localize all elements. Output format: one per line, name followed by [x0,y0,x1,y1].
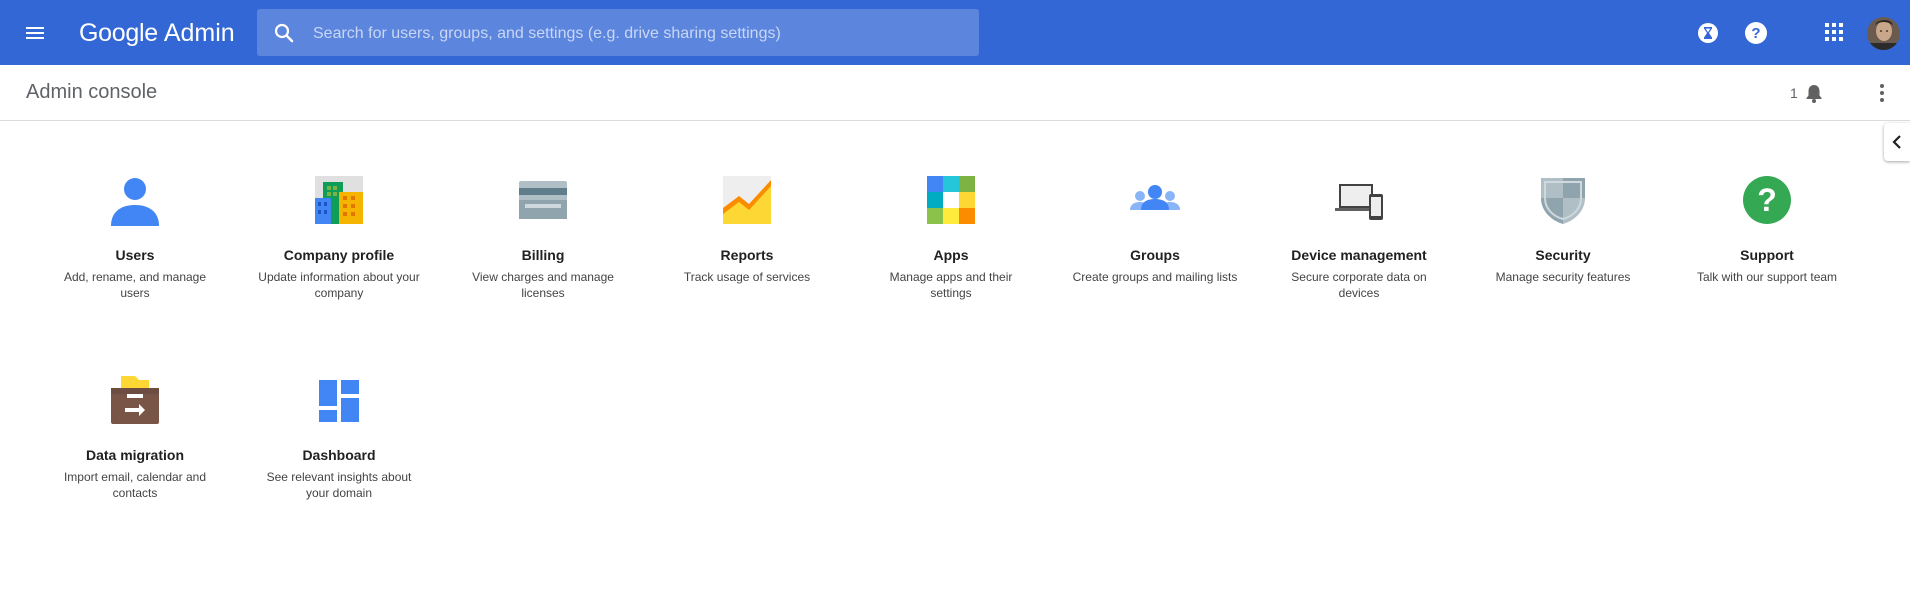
migration-box-icon [109,374,161,426]
svg-text:?: ? [1751,25,1760,42]
card-description: Add, rename, and manage users [63,270,207,300]
logo-brand: Google [79,19,158,47]
user-icon [109,174,161,226]
avatar-photo-icon [1867,17,1900,50]
svg-text:?: ? [1757,182,1777,218]
card-groups[interactable]: Groups Create groups and mailing lists [1060,174,1250,285]
card-title: Users [115,247,155,263]
card-title: Support [1740,247,1794,263]
help-icon: ? [1745,22,1767,44]
sub-header: Admin console 1 [0,65,1910,121]
card-title: Company profile [283,247,395,263]
card-title: Billing [521,247,565,263]
card-title: Data migration [85,447,184,463]
page-title: Admin console [26,81,158,103]
apps-tile-icon [925,174,977,226]
dashboard-icon [313,374,365,426]
notification-count: 1 [1790,85,1798,101]
card-billing[interactable]: Billing View charges and manage licenses [448,174,638,301]
apps-grid-icon [1825,23,1843,41]
group-icon [1129,174,1181,226]
hourglass-icon [1698,23,1718,43]
google-admin-logo[interactable]: Google Admin [79,18,235,48]
logo-product: Admin [163,19,235,47]
card-security[interactable]: Security Manage security features [1468,174,1658,285]
card-description: Manage apps and their settings [889,270,1013,300]
card-title: Groups [1130,247,1180,263]
card-apps[interactable]: Apps Manage apps and their settings [856,174,1046,301]
chart-icon [721,174,773,226]
more-vert-icon [1880,84,1884,102]
notifications-button[interactable] [1803,82,1825,109]
card-device-management[interactable]: Device management Secure corporate data … [1264,174,1454,301]
card-users[interactable]: Users Add, rename, and manage users [40,174,230,301]
card-description: View charges and manage licenses [472,270,614,300]
card-title: Device management [1291,247,1427,263]
bell-icon [1806,85,1822,103]
card-description: Talk with our support team [1696,270,1838,284]
card-title: Dashboard [302,447,376,463]
card-description: Track usage of services [683,270,811,284]
credit-card-icon [517,174,569,226]
side-panel-toggle[interactable] [1884,123,1910,161]
devices-icon [1333,174,1385,226]
help-button[interactable]: ? [1744,21,1768,50]
search-icon[interactable] [273,22,295,44]
shield-icon [1537,174,1589,226]
help-circle-icon: ? [1741,174,1793,226]
card-description: Secure corporate data on devices [1291,270,1427,300]
apps-launcher-button[interactable] [1824,22,1844,47]
card-description: See relevant insights about your domain [266,470,412,500]
card-title: Reports [720,247,774,263]
card-title: Apps [933,247,969,263]
company-building-icon [313,174,365,226]
card-company-profile[interactable]: Company profile Update information about… [244,174,434,301]
main-menu-button[interactable] [20,20,50,46]
card-reports[interactable]: Reports Track usage of services [652,174,842,285]
card-description: Update information about your company [258,270,420,300]
card-description: Manage security features [1495,270,1631,284]
chevron-left-icon [1892,135,1901,149]
card-title: Security [1535,247,1591,263]
search-input[interactable] [311,9,965,58]
card-data-migration[interactable]: Data migration Import email, calendar an… [40,374,230,501]
search-box [257,9,979,58]
card-description: Create groups and mailing lists [1072,270,1238,284]
hourglass-button[interactable] [1697,22,1719,49]
card-support[interactable]: ? Support Talk with our support team [1672,174,1862,285]
card-dashboard[interactable]: Dashboard See relevant insights about yo… [244,374,434,501]
hamburger-menu-icon [26,27,44,39]
card-description: Import email, calendar and contacts [63,470,207,500]
top-app-bar: GoogleAdmin ? [0,0,1910,65]
account-avatar[interactable] [1867,17,1900,50]
more-options-button[interactable] [1872,82,1892,109]
